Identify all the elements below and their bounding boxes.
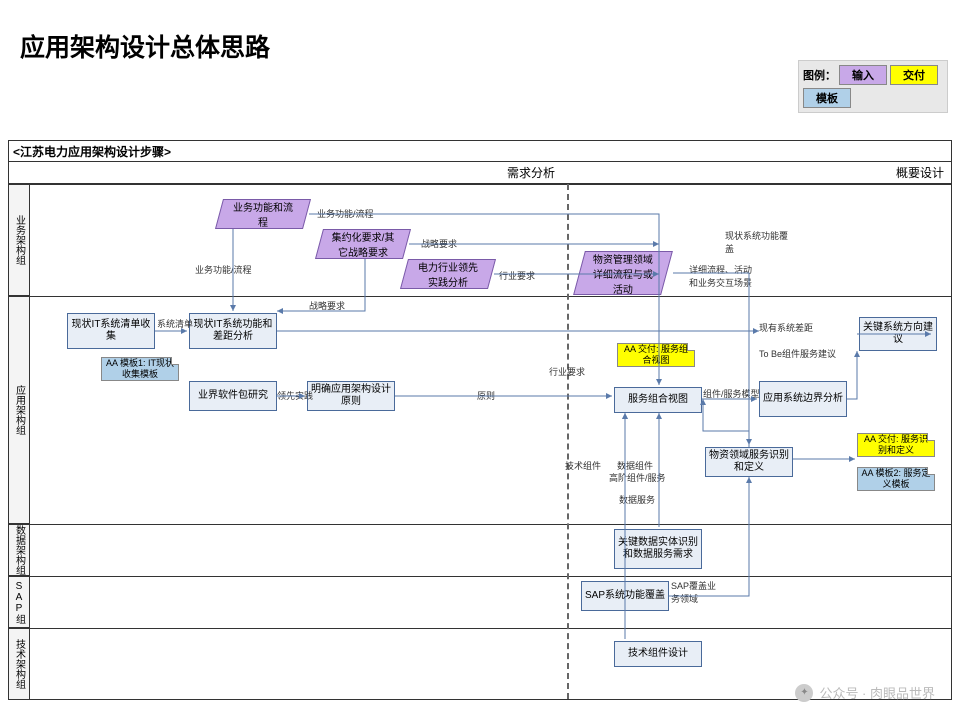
label-biz-flow2: 业务功能/流程 xyxy=(195,263,252,276)
watermark: ✦ 公众号 · 肉眼品世界 xyxy=(795,683,935,702)
box-service-id: 物资领域服务识别和定义 xyxy=(705,447,793,477)
input-industry: 电力行业领先实践分析 xyxy=(400,259,496,289)
phase-header: 需求分析 概要设计 xyxy=(8,162,952,184)
lane-divider xyxy=(9,296,951,297)
lane-sap: SAP组 xyxy=(8,576,30,628)
legend-label: 图例： xyxy=(803,67,836,83)
box-inventory: 现状IT系统清单收集 xyxy=(67,313,155,349)
label-system-list: 系统清单 xyxy=(157,317,193,330)
page-title: 应用架构设计总体思路 xyxy=(20,28,270,64)
box-key-system: 关键系统方向建议 xyxy=(859,317,937,351)
lane-app: 应用架构组 xyxy=(8,296,30,524)
arrows xyxy=(9,141,951,699)
lane-tech: 技术架构组 xyxy=(8,628,30,700)
legend: 图例： 输入 交付 模板 xyxy=(798,60,948,113)
box-service-view: 服务组合视图 xyxy=(614,387,702,413)
box-software: 业界软件包研究 xyxy=(189,381,277,411)
label-high-comp: 高阶组件/服务 xyxy=(609,471,666,484)
lane-divider xyxy=(9,184,951,185)
lane-biz: 业务架构组 xyxy=(8,184,30,296)
label-industry1: 行业要求 xyxy=(499,269,535,282)
label-strategy1: 战略要求 xyxy=(421,237,457,250)
label-gap: 现有系统差距 xyxy=(759,321,813,334)
phase-design: 概要设计 xyxy=(563,162,952,183)
lane-data: 数据架构组 xyxy=(8,524,30,576)
label-tech-comp: 技术组件 xyxy=(565,459,601,472)
wechat-icon: ✦ xyxy=(795,684,813,702)
input-material: 物资管理领域详细流程与或活动 xyxy=(573,251,673,295)
input-strategy: 集约化要求/其它战略要求 xyxy=(315,229,411,259)
legend-template: 模板 xyxy=(803,88,851,108)
label-strategy2: 战略要求 xyxy=(309,299,345,312)
box-sap: SAP系统功能覆盖 xyxy=(581,581,669,611)
box-boundary: 应用系统边界分析 xyxy=(759,381,847,417)
label-principle: 原则 xyxy=(477,389,495,402)
box-tech-design: 技术组件设计 xyxy=(614,641,702,667)
input-biz-process: 业务功能和流程 xyxy=(215,199,311,229)
label-practice: 领先实践 xyxy=(277,389,313,402)
label-industry2: 行业要求 xyxy=(549,365,585,378)
phase-divider xyxy=(567,184,569,699)
box-data-entity: 关键数据实体识别和数据服务需求 xyxy=(614,529,702,569)
lane-divider xyxy=(9,524,951,525)
label-comp-model: 组件/服务模型 xyxy=(703,387,760,400)
lane-divider xyxy=(9,628,951,629)
label-detail-flow: 详细流程、活动和业务交互场景 xyxy=(689,263,759,289)
box-principles: 明确应用架构设计原则 xyxy=(307,381,395,411)
legend-input: 输入 xyxy=(839,65,887,85)
label-biz-flow1: 业务功能/流程 xyxy=(317,207,374,220)
note-template1: AA 模板1: IT现状收集模板 xyxy=(101,357,179,381)
label-coverage: 现状系统功能覆盖 xyxy=(725,229,795,255)
label-sap-cover: SAP覆盖业务领域 xyxy=(671,579,721,605)
note-template2: AA 模板2: 服务定义模板 xyxy=(857,467,935,491)
phase-requirements: 需求分析 xyxy=(8,162,563,183)
lane-divider xyxy=(9,576,951,577)
diagram-frame: <江苏电力应用架构设计步骤> 需求分析 概要设计 业务架构组 应用架构组 数据架… xyxy=(8,140,952,700)
frame-header: <江苏电力应用架构设计步骤> xyxy=(8,140,952,162)
label-tobe: To Be组件服务建议 xyxy=(759,347,839,360)
box-gap-analysis: 现状IT系统功能和差距分析 xyxy=(189,313,277,349)
legend-deliver: 交付 xyxy=(890,65,938,85)
note-deliver1: AA 交付: 服务组合视图 xyxy=(617,343,695,367)
label-data-service: 数据服务 xyxy=(619,493,655,506)
note-deliver2: AA 交付: 服务识别和定义 xyxy=(857,433,935,457)
